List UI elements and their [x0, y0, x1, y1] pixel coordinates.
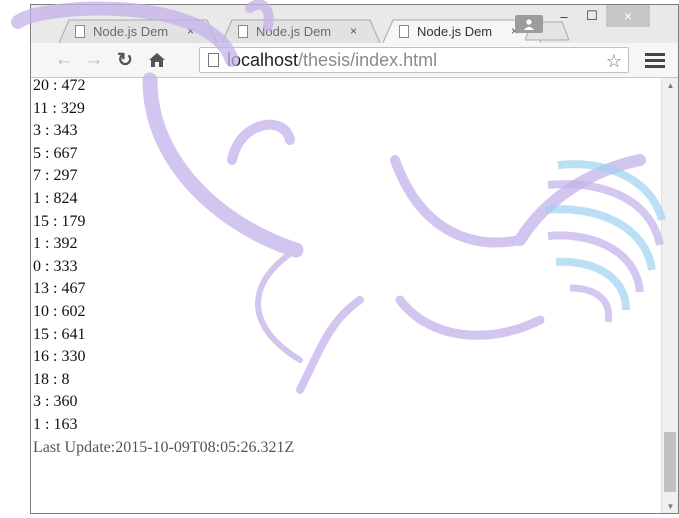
page-content: 20 : 472 11 : 329 3 : 343 5 : 667 7 : 29…: [31, 78, 661, 513]
tab-2-label: Node.js Dem: [256, 23, 332, 39]
data-line: 15 : 641: [33, 325, 86, 343]
user-icon[interactable]: [515, 15, 543, 33]
browser-window: Node.js Dem × Node.js Dem × Node.js Dem …: [30, 4, 679, 514]
menu-icon[interactable]: [645, 49, 665, 71]
window-controls: ‒ ☐ ×: [550, 5, 650, 27]
data-line: 7 : 297: [33, 167, 78, 185]
data-lines: 20 : 472 11 : 329 3 : 343 5 : 667 7 : 29…: [33, 78, 294, 459]
address-bar[interactable]: localhost/thesis/index.html ☆: [199, 47, 629, 73]
data-line: 18 : 8: [33, 370, 70, 388]
toolbar: ← → ↻ localhost/thesis/index.html ☆: [31, 43, 678, 78]
page-icon: [399, 24, 409, 38]
scroll-up-arrow-icon[interactable]: ▲: [662, 78, 678, 92]
minimize-button[interactable]: ‒: [550, 5, 578, 27]
tab-1-close-icon[interactable]: ×: [187, 24, 194, 38]
url-host: localhost: [227, 49, 299, 70]
data-line: 20 : 472: [33, 78, 86, 94]
scroll-thumb[interactable]: [664, 432, 676, 492]
title-bar: Node.js Dem × Node.js Dem × Node.js Dem …: [31, 5, 678, 43]
scroll-down-arrow-icon[interactable]: ▼: [662, 499, 678, 513]
data-line: 3 : 360: [33, 393, 78, 411]
data-line: 16 : 330: [33, 348, 86, 366]
last-update-text: Last Update:2015-10-09T08:05:26.321Z: [33, 438, 295, 456]
data-line: 10 : 602: [33, 302, 86, 320]
data-line: 13 : 467: [33, 280, 86, 298]
data-line: 15 : 179: [33, 212, 86, 230]
url-path: /thesis/index.html: [298, 49, 438, 70]
data-line: 1 : 824: [33, 189, 78, 207]
vertical-scrollbar[interactable]: ▲ ▼: [661, 78, 678, 513]
url-text[interactable]: localhost/thesis/index.html: [227, 50, 437, 71]
data-line: 1 : 163: [33, 415, 78, 433]
bookmark-star-icon[interactable]: ☆: [606, 51, 622, 72]
data-line: 0 : 333: [33, 257, 78, 275]
maximize-button[interactable]: ☐: [578, 5, 606, 27]
data-line: 1 : 392: [33, 235, 78, 253]
data-line: 5 : 667: [33, 144, 78, 162]
tab-1-label: Node.js Dem: [93, 23, 169, 39]
page-icon: [208, 53, 219, 67]
tab-2[interactable]: Node.js Dem ×: [222, 19, 380, 43]
tab-1[interactable]: Node.js Dem ×: [59, 19, 217, 43]
close-window-button[interactable]: ×: [606, 5, 650, 27]
back-arrow-icon[interactable]: ←: [53, 49, 75, 70]
page-icon: [75, 24, 85, 38]
tab-3-label: Node.js Dem: [417, 23, 493, 39]
home-icon[interactable]: [145, 50, 169, 70]
page-icon: [238, 24, 248, 38]
data-line: 11 : 329: [33, 99, 85, 117]
data-line: 3 : 343: [33, 122, 78, 140]
reload-icon[interactable]: ↻: [113, 50, 137, 71]
forward-arrow-icon[interactable]: →: [83, 49, 105, 70]
tab-2-close-icon[interactable]: ×: [350, 24, 357, 38]
